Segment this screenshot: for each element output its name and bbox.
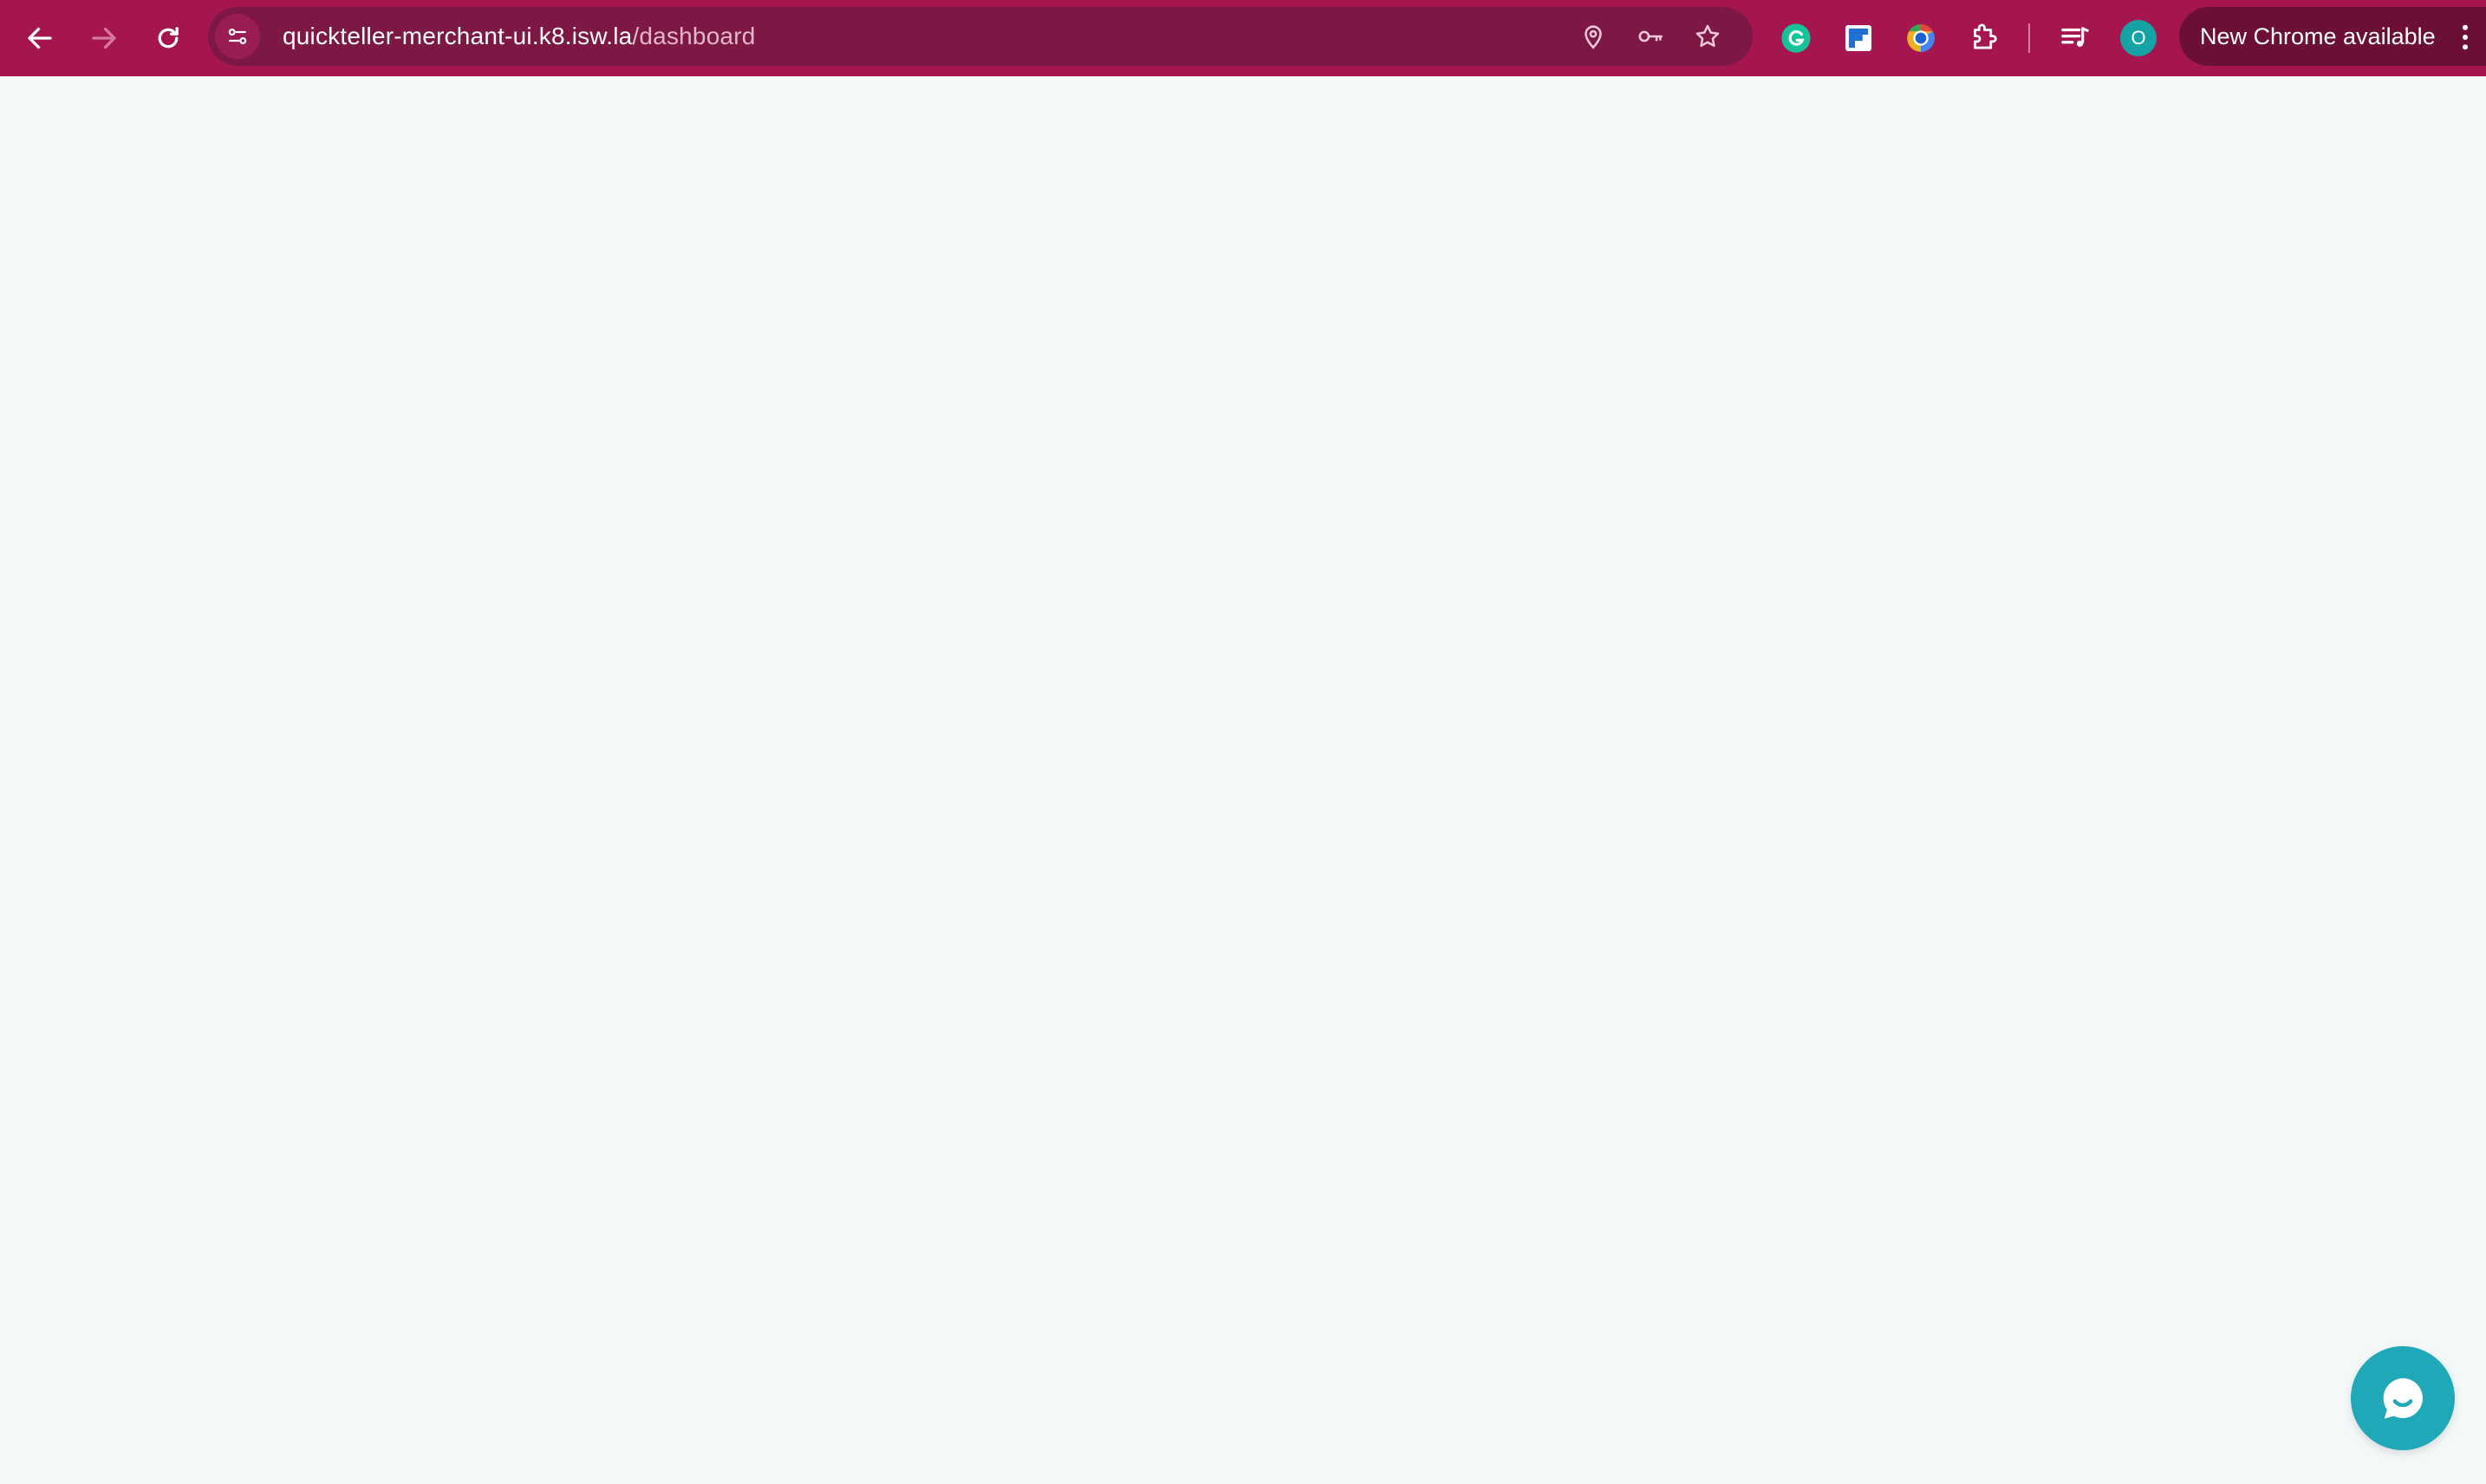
flipboard-extension-icon [1845, 24, 1872, 52]
bookmark-button[interactable] [1689, 17, 1727, 55]
extensions-menu-button[interactable] [1962, 17, 2004, 59]
media-controls-button[interactable] [2054, 17, 2096, 59]
toolbar-separator [2028, 23, 2030, 53]
tune-icon [228, 28, 247, 44]
site-info-button[interactable] [215, 14, 260, 59]
url-path: /dashboard [632, 23, 756, 49]
grammarly-extension[interactable] [1775, 17, 1817, 59]
key-icon [1638, 30, 1663, 42]
forward-button[interactable] [76, 10, 132, 66]
star-icon [1695, 24, 1720, 48]
location-button[interactable] [1574, 17, 1612, 55]
browser-toolbar: quickteller-merchant-ui.k8.isw.la/dashbo… [0, 0, 2486, 76]
arrow-left-icon [28, 27, 52, 49]
back-button[interactable] [12, 10, 68, 66]
chat-bubble-icon [2383, 1378, 2423, 1419]
flipboard-extension[interactable] [1838, 17, 1879, 59]
chat-launcher-button[interactable] [2351, 1346, 2455, 1450]
more-options-icon[interactable] [2462, 24, 2469, 50]
reload-icon [158, 27, 179, 49]
url-host: quickteller-merchant-ui.k8.isw.la [283, 23, 633, 49]
location-pin-icon [1585, 25, 1602, 49]
chrome-color-extension-icon [1907, 24, 1935, 52]
address-bar[interactable]: quickteller-merchant-ui.k8.isw.la/dashbo… [208, 7, 1753, 66]
chrome-color-extension[interactable] [1900, 17, 1942, 59]
reload-button[interactable] [140, 10, 196, 66]
profile-avatar[interactable]: O [2120, 20, 2157, 56]
media-controls-icon [2061, 27, 2089, 47]
arrow-right-icon [92, 27, 116, 49]
grammarly-icon [1781, 23, 1811, 53]
password-button[interactable] [1631, 17, 1669, 55]
url-text[interactable]: quickteller-merchant-ui.k8.isw.la/dashbo… [283, 23, 756, 50]
chrome-update-button[interactable]: New Chrome available [2179, 7, 2486, 66]
chrome-update-label: New Chrome available [2200, 23, 2436, 49]
puzzle-extensions-icon [1974, 23, 1997, 49]
